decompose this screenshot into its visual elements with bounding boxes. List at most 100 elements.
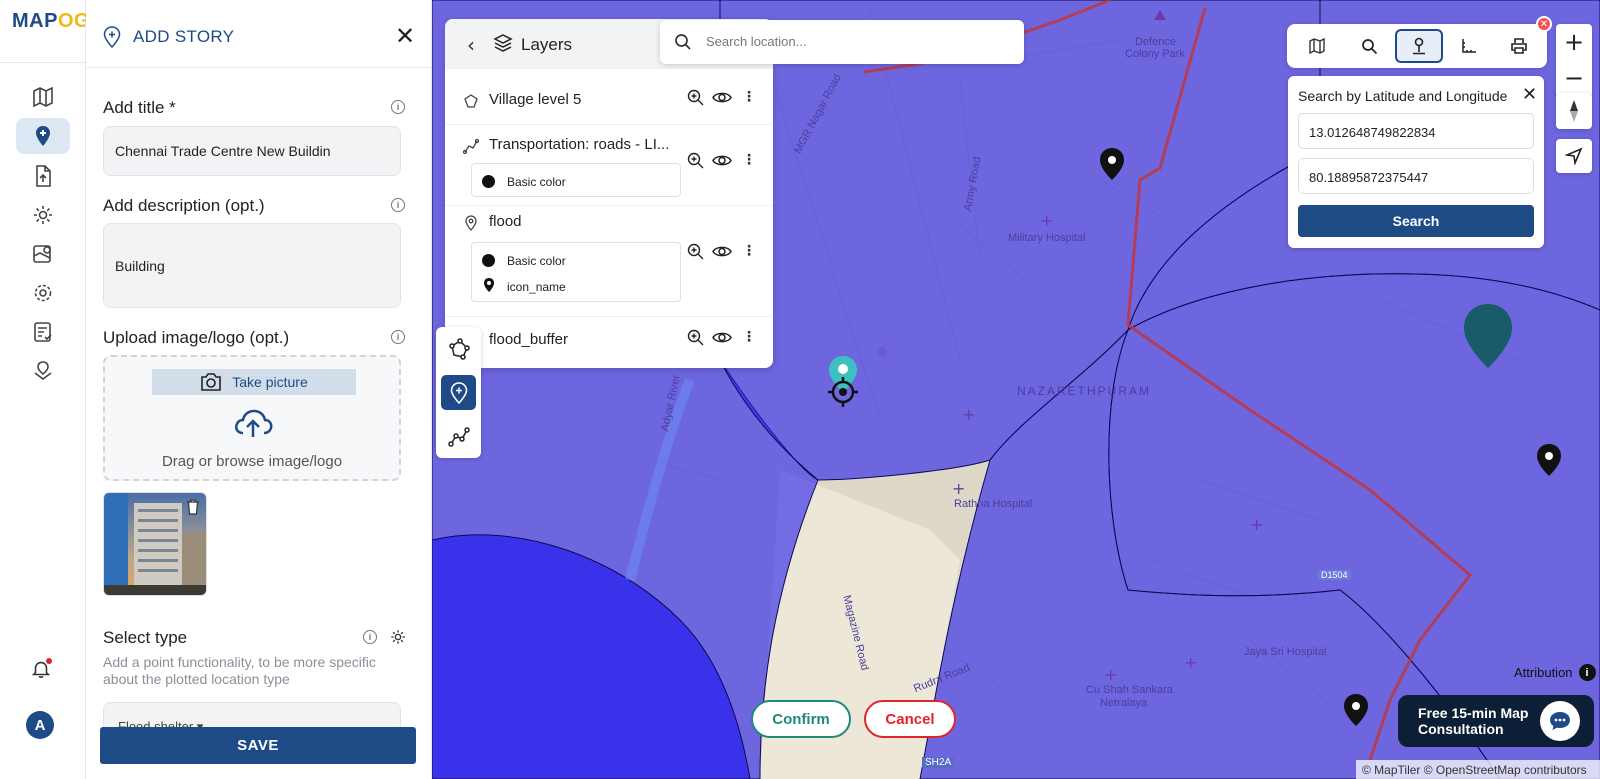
- draw-line-icon[interactable]: [441, 419, 476, 454]
- legend-item: icon_name: [472, 271, 680, 299]
- take-picture-button[interactable]: Take picture: [152, 369, 356, 395]
- notification-dot: [46, 658, 52, 664]
- map-label-nazarethpuram: NAZARETHPURAM: [1017, 384, 1152, 398]
- latitude-input[interactable]: 13.012648749822834: [1298, 113, 1534, 149]
- print-icon[interactable]: [1495, 29, 1543, 63]
- layer-actions-flood: ⋮: [687, 243, 757, 261]
- zoom-in-button[interactable]: +: [1556, 24, 1592, 60]
- visibility-eye-icon[interactable]: [712, 329, 732, 351]
- upload-info-icon[interactable]: i: [391, 330, 405, 344]
- legend-label: Basic color: [507, 254, 566, 268]
- map-label-cu-shah-line2: Netralaya: [1100, 697, 1148, 709]
- location-layers-icon[interactable]: [16, 353, 70, 389]
- visibility-eye-icon[interactable]: [712, 152, 732, 174]
- draw-point-icon[interactable]: [441, 375, 476, 410]
- app-root: + + + + + + Defence Colony Park Military Hos…: [0, 0, 1600, 779]
- add-story-icon[interactable]: [16, 118, 70, 154]
- search-placeholder: Search location...: [706, 34, 807, 49]
- title-info-icon[interactable]: i: [391, 100, 405, 114]
- map-credits[interactable]: © MapTiler © OpenStreetMap contributors: [1356, 760, 1600, 779]
- select-type-label: Select type: [103, 628, 188, 647]
- settings-gear-icon[interactable]: [16, 197, 70, 233]
- cancel-button[interactable]: Cancel: [864, 700, 956, 738]
- svg-text:+: +: [1184, 653, 1197, 672]
- location-search-bar[interactable]: Search location...: [660, 20, 1024, 64]
- zoom-to-layer-icon[interactable]: [687, 329, 704, 351]
- map-label-sh2a: SH2A: [922, 757, 955, 768]
- panel-header: ADD STORY ✕: [86, 0, 432, 68]
- latlng-close-icon[interactable]: ✕: [1522, 84, 1537, 105]
- search-tool-icon[interactable]: [1345, 29, 1393, 63]
- mapog-logo[interactable]: MAPOG: [12, 10, 90, 33]
- zoom-to-layer-icon[interactable]: [687, 243, 704, 265]
- description-info-icon[interactable]: i: [391, 198, 405, 212]
- confirm-button[interactable]: Confirm: [751, 700, 851, 738]
- layer-more-icon[interactable]: ⋮: [742, 329, 756, 345]
- roads-legend: Basic color: [471, 163, 681, 197]
- title-label: Add title *: [103, 98, 176, 117]
- visibility-eye-icon[interactable]: [712, 243, 732, 265]
- options-icon[interactable]: [16, 275, 70, 311]
- layer-name-flood-buffer[interactable]: flood_buffer: [489, 331, 568, 348]
- polygon-layer-icon: [464, 94, 478, 108]
- take-picture-label: Take picture: [232, 374, 308, 390]
- toolbar-close-icon[interactable]: ✕: [1536, 16, 1552, 32]
- consultation-text: Free 15-min Map Consultation: [1418, 705, 1528, 737]
- select-type-settings-icon[interactable]: [389, 628, 407, 646]
- layer-more-icon[interactable]: ⋮: [742, 152, 756, 168]
- map-label-jaya-sri-hospital: Jaya Sri Hospital: [1244, 646, 1327, 658]
- attribution-info-icon[interactable]: i: [1578, 664, 1596, 681]
- latlng-pin-icon[interactable]: [1395, 29, 1443, 63]
- analysis-icon[interactable]: [16, 236, 70, 272]
- legend-item: Basic color: [472, 245, 680, 273]
- layer-more-icon[interactable]: ⋮: [742, 89, 756, 105]
- consultation-widget[interactable]: Free 15-min Map Consultation: [1398, 695, 1594, 747]
- upload-dropzone[interactable]: Take picture Drag or browse image/logo: [103, 355, 401, 481]
- story-pin-icon: [103, 26, 121, 48]
- longitude-input[interactable]: 80.18895872375447: [1298, 158, 1534, 194]
- layer-name-village[interactable]: Village level 5: [489, 91, 581, 108]
- layer-name-flood[interactable]: flood: [489, 213, 522, 230]
- back-chevron-icon[interactable]: ‹: [467, 33, 475, 57]
- map-label-cu-shah-line1: Cu Shah Sankara: [1086, 684, 1173, 696]
- layer-separator: [445, 205, 773, 206]
- uploaded-image-thumbnail[interactable]: [103, 492, 207, 596]
- basemap-icon[interactable]: [1293, 29, 1341, 63]
- delete-image-icon[interactable]: [186, 499, 200, 515]
- upload-icon[interactable]: [16, 158, 70, 194]
- zoom-to-layer-icon[interactable]: [687, 89, 704, 111]
- zoom-to-layer-icon[interactable]: [687, 152, 704, 174]
- user-avatar[interactable]: A: [26, 711, 54, 739]
- attribution-label: Attribution: [1514, 665, 1573, 680]
- chat-icon[interactable]: [1540, 701, 1580, 741]
- title-input[interactable]: Chennai Trade Centre New Buildin: [103, 126, 401, 176]
- locate-me-icon[interactable]: [1556, 139, 1592, 173]
- draw-polygon-icon[interactable]: [441, 331, 476, 366]
- visibility-eye-icon[interactable]: [712, 89, 732, 111]
- line-layer-icon: [463, 138, 479, 154]
- attribution[interactable]: Attribution i: [1514, 664, 1596, 681]
- report-icon[interactable]: [16, 314, 70, 350]
- panel-title: ADD STORY: [133, 27, 235, 46]
- map-label-road-code: D1504: [1318, 570, 1351, 580]
- latlng-search-button[interactable]: Search: [1298, 205, 1534, 237]
- layer-name-roads[interactable]: Transportation: roads - LI...: [489, 136, 669, 153]
- measure-icon[interactable]: [1445, 29, 1493, 63]
- close-icon[interactable]: ✕: [395, 24, 415, 48]
- add-story-panel: ADD STORY ✕ Add title * i Chennai Trade …: [86, 0, 432, 779]
- map-icon[interactable]: [16, 79, 70, 115]
- consultation-line2: Consultation: [1418, 721, 1504, 737]
- layer-more-icon[interactable]: ⋮: [742, 243, 756, 259]
- flood-legend: Basic color icon_name: [471, 242, 681, 302]
- svg-text:+: +: [1040, 211, 1053, 230]
- latlng-title: Search by Latitude and Longitude: [1298, 88, 1508, 104]
- point-layer-icon: [465, 215, 477, 231]
- svg-text:+: +: [952, 479, 965, 498]
- select-type-info-icon[interactable]: i: [363, 630, 377, 644]
- description-textarea[interactable]: Building: [103, 223, 401, 308]
- consultation-line1: Free 15-min Map: [1418, 705, 1529, 721]
- zoom-out-button[interactable]: −: [1556, 60, 1592, 96]
- save-button[interactable]: SAVE: [100, 727, 416, 764]
- legend-dot: [482, 175, 495, 188]
- compass-icon[interactable]: [1556, 93, 1592, 129]
